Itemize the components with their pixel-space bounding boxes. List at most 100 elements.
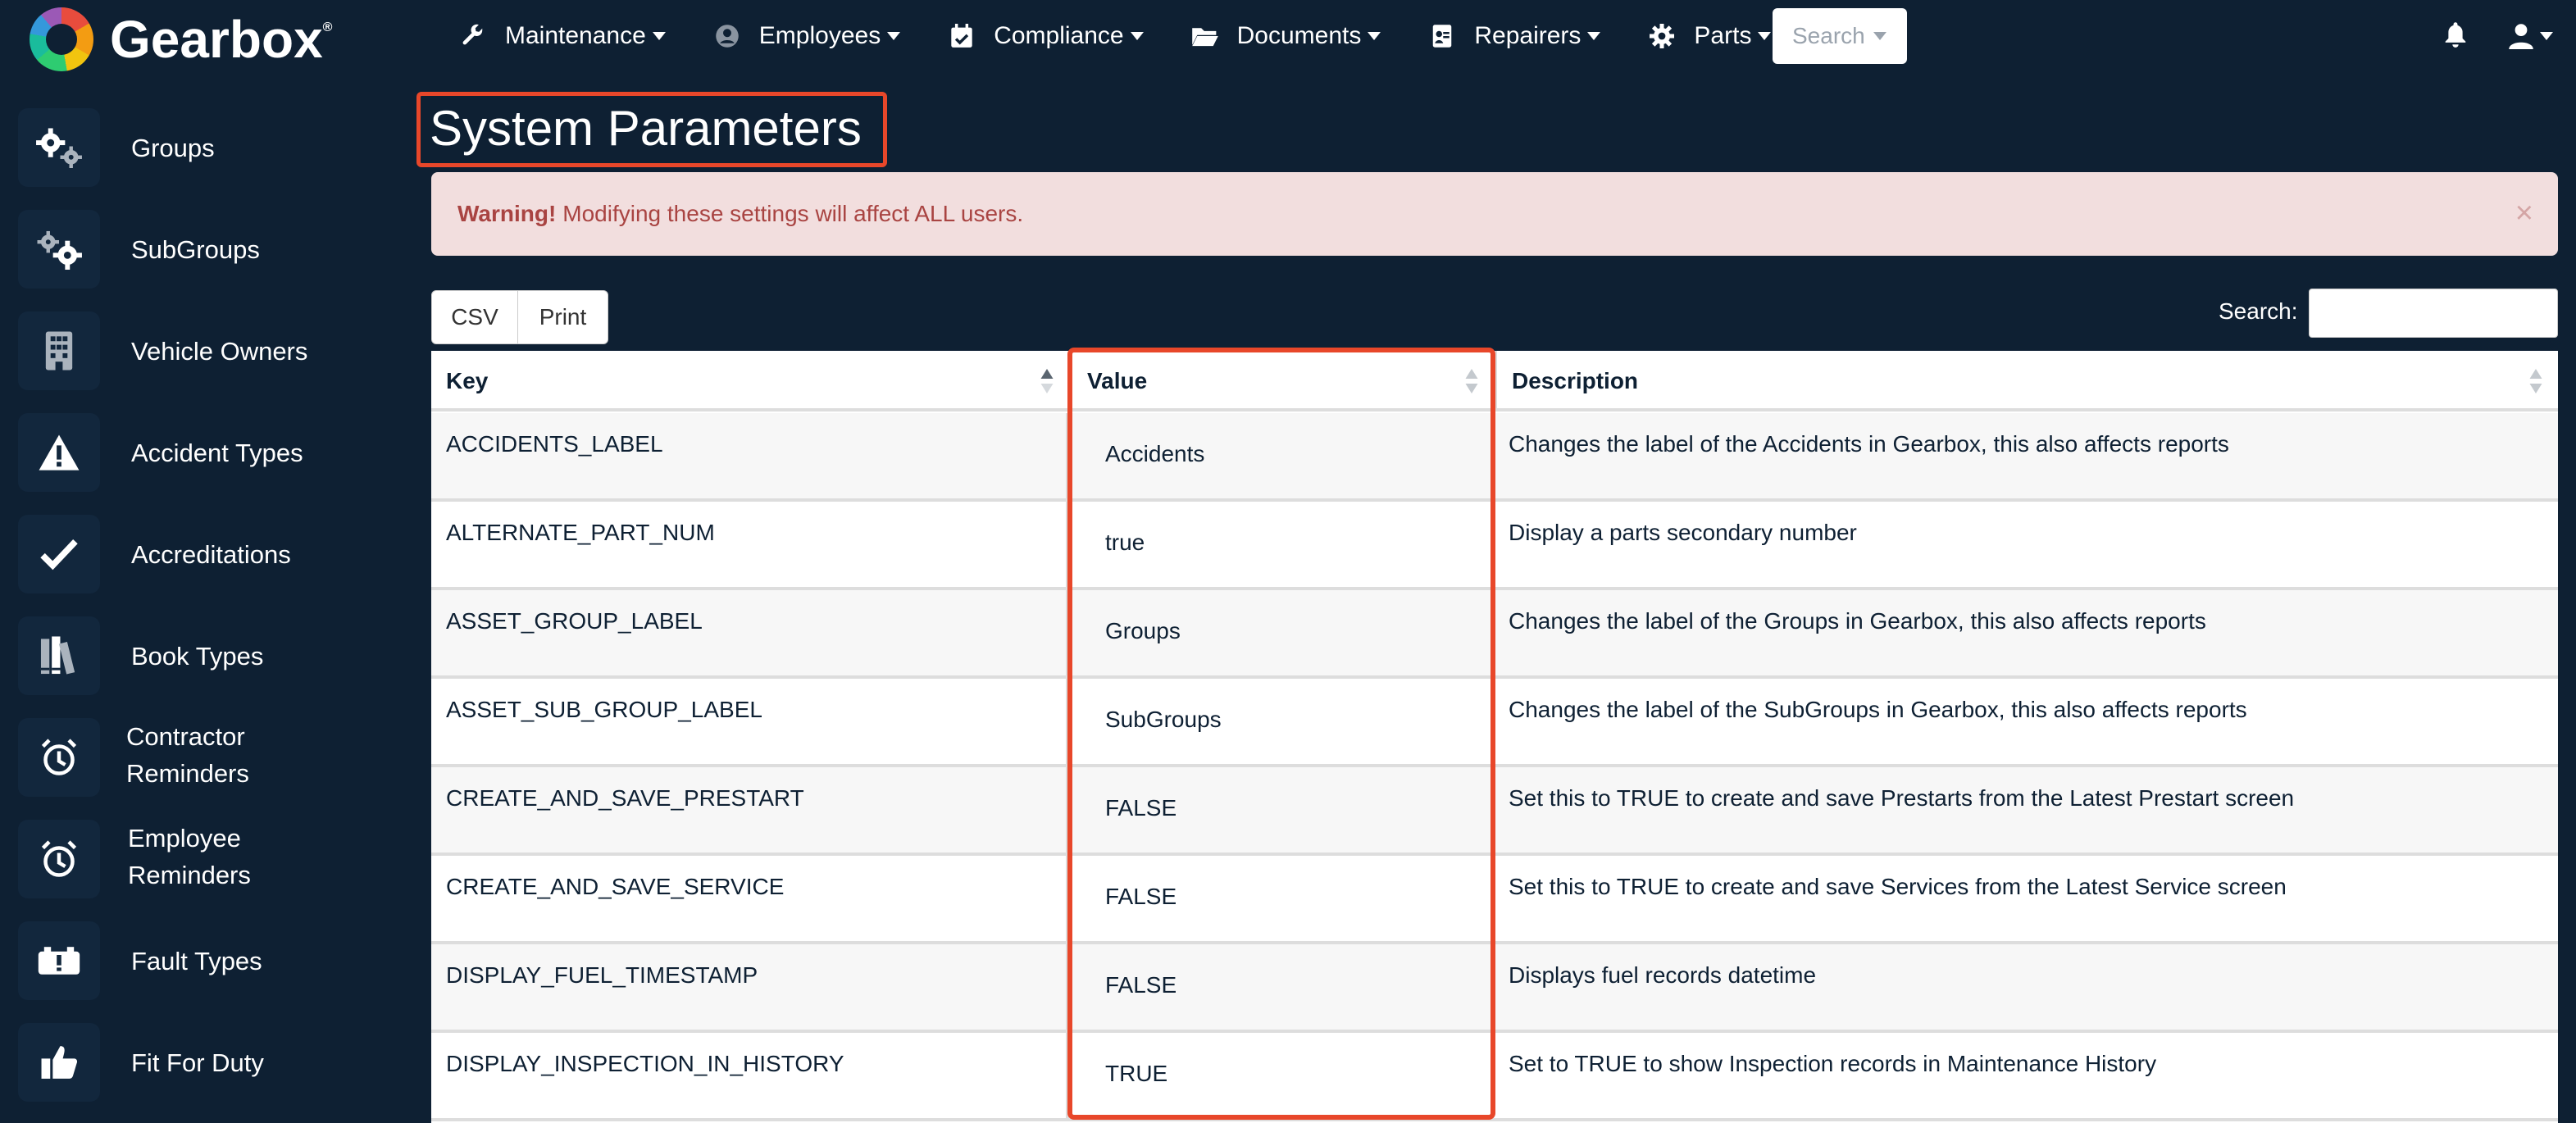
sidebar-item-groups[interactable]: Groups (0, 97, 410, 198)
sidebar-item-contractor-reminders[interactable]: Contractor Reminders (0, 707, 410, 808)
sidebar-item-label: Fault Types (131, 946, 262, 975)
table-row[interactable]: ALTERNATE_PART_NUM true Display a parts … (431, 502, 2558, 590)
cell-description: Set to TRUE to show Inspection records i… (1509, 1051, 2157, 1076)
nav-compliance[interactable]: Compliance (948, 22, 1144, 50)
sidebar-item-label: Groups (131, 133, 215, 162)
nav-search-dropdown[interactable]: Search (1773, 8, 1907, 64)
chevron-down-icon (1130, 32, 1144, 40)
gear-icon (1648, 22, 1676, 50)
table-row[interactable]: DISPLAY_INSPECTION_IN_HISTORY TRUE Set t… (431, 1033, 2558, 1121)
sidebar-item-label: Employee Reminders (128, 824, 251, 889)
sort-asc-icon (1040, 369, 1054, 393)
export-buttons: CSV Print (431, 290, 608, 344)
cell-value: FALSE (1069, 944, 1494, 1030)
folder-open-icon (1191, 22, 1219, 50)
sidebar-item-subgroups[interactable]: SubGroups (0, 198, 410, 300)
warning-alert: Warning! Modifying these settings will a… (431, 172, 2558, 256)
column-header-description[interactable]: Description (1497, 351, 2558, 411)
sidebar-item-label: SubGroups (131, 234, 260, 264)
sidebar-item-label: Accident Types (131, 438, 303, 467)
sort-both-icon (1465, 369, 1478, 393)
table-search-label: Search: (2219, 298, 2298, 324)
sidebar-item-fault-types[interactable]: Fault Types (0, 910, 410, 1012)
column-header-value[interactable]: Value (1072, 351, 1494, 411)
cogs-icon (18, 210, 100, 289)
user-circle-icon (713, 22, 741, 50)
nav-repairers-label: Repairers (1474, 22, 1582, 49)
nav-repairers[interactable]: Repairers (1428, 22, 1601, 50)
page-title: System Parameters (430, 101, 862, 156)
logo-ring-icon (30, 7, 93, 71)
nav-employees[interactable]: Employees (713, 22, 901, 50)
close-icon[interactable]: × (2515, 197, 2533, 230)
cell-description: Changes the label of the Accidents in Ge… (1509, 431, 2229, 457)
chevron-down-icon (1368, 32, 1381, 40)
chevron-down-icon (652, 32, 666, 40)
cell-value: Accidents (1069, 413, 1494, 498)
system-parameters-table: Key Value Description ACCIDENTS_LABEL Ac… (431, 351, 2558, 1123)
nav-maintenance-label: Maintenance (505, 22, 646, 49)
sidebar-item-accident-types[interactable]: Accident Types (0, 402, 410, 503)
alarm-clock-icon (18, 718, 100, 797)
cell-description: Displays fuel records datetime (1509, 962, 1817, 988)
calendar-check-icon (948, 22, 976, 50)
main-nav: Maintenance Employees Compliance Documen… (459, 0, 1818, 72)
csv-button[interactable]: CSV (431, 290, 518, 344)
thumbs-up-icon (18, 1023, 100, 1102)
table-row[interactable]: ACCIDENTS_LABEL Accidents Changes the la… (431, 413, 2558, 502)
car-battery-alert-icon (18, 921, 100, 1000)
alert-strong: Warning! (457, 201, 557, 226)
cell-key: DISPLAY_INSPECTION_IN_HISTORY (431, 1033, 1069, 1118)
sidebar-item-label: Book Types (131, 641, 264, 671)
nav-documents[interactable]: Documents (1191, 22, 1381, 50)
sidebar-item-label: Contractor Reminders (126, 722, 249, 788)
nav-compliance-label: Compliance (994, 22, 1124, 49)
sidebar-item-vehicle-owners[interactable]: Vehicle Owners (0, 300, 410, 402)
cell-key: ASSET_GROUP_LABEL (431, 590, 1069, 675)
sidebar-item-book-types[interactable]: Book Types (0, 605, 410, 707)
cogs-icon (18, 108, 100, 187)
sidebar: Groups SubGroups Vehicle Owners Accident… (0, 74, 410, 1123)
user-menu[interactable] (2509, 21, 2558, 51)
sidebar-item-accreditations[interactable]: Accreditations (0, 503, 410, 605)
cell-description: Changes the label of the SubGroups in Ge… (1509, 697, 2247, 722)
cell-key: CREATE_AND_SAVE_SERVICE (431, 856, 1069, 941)
chevron-down-icon (1873, 32, 1886, 40)
table-row[interactable]: CREATE_AND_SAVE_PRESTART FALSE Set this … (431, 767, 2558, 856)
cell-description: Display a parts secondary number (1509, 520, 1857, 545)
cell-value: FALSE (1069, 767, 1494, 852)
table-row[interactable]: CREATE_AND_SAVE_SERVICE FALSE Set this t… (431, 856, 2558, 944)
chevron-down-icon (1758, 32, 1772, 40)
chevron-down-icon (1587, 32, 1601, 40)
nav-parts[interactable]: Parts (1648, 22, 1772, 50)
cell-value: SubGroups (1069, 679, 1494, 764)
gearbox-logo[interactable]: Gearbox® (30, 7, 332, 71)
bell-icon[interactable] (2443, 21, 2473, 51)
table-search-input[interactable] (2309, 289, 2558, 338)
table-row[interactable]: ASSET_SUB_GROUP_LABEL SubGroups Changes … (431, 679, 2558, 767)
books-icon (18, 616, 100, 695)
check-icon (18, 515, 100, 593)
id-card-icon (1428, 22, 1456, 50)
chevron-down-icon (887, 32, 901, 40)
table-row[interactable]: DISPLAY_FUEL_TIMESTAMP FALSE Displays fu… (431, 944, 2558, 1033)
table-row[interactable]: ASSET_GROUP_LABEL Groups Changes the lab… (431, 590, 2558, 679)
sidebar-item-employee-reminders[interactable]: Employee Reminders (0, 808, 410, 910)
sidebar-item-fit-for-duty[interactable]: Fit For Duty (0, 1012, 410, 1113)
nav-search-label: Search (1792, 23, 1865, 48)
cell-value: true (1069, 502, 1494, 587)
cell-key: ALTERNATE_PART_NUM (431, 502, 1069, 587)
wrench-icon (459, 22, 487, 50)
cell-description: Set this to TRUE to create and save Serv… (1509, 874, 2287, 899)
print-button[interactable]: Print (518, 290, 608, 344)
sidebar-item-label: Fit For Duty (131, 1048, 264, 1077)
column-header-label: Value (1087, 368, 1148, 393)
building-icon (18, 311, 100, 390)
column-header-key[interactable]: Key (431, 351, 1069, 411)
alert-text: Modifying these settings will affect ALL… (562, 201, 1024, 226)
nav-employees-label: Employees (758, 22, 881, 49)
nav-maintenance[interactable]: Maintenance (459, 22, 666, 50)
cell-key: DISPLAY_FUEL_TIMESTAMP (431, 944, 1069, 1030)
cell-description: Changes the label of the Groups in Gearb… (1509, 608, 2206, 634)
cell-value: TRUE (1069, 1033, 1494, 1118)
